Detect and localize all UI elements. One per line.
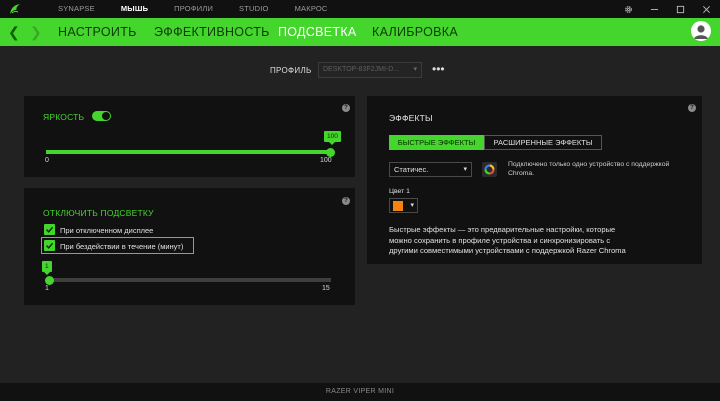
brightness-title: ЯРКОСТЬ [43,112,85,122]
color-swatch [393,201,403,211]
checkmark-icon [45,242,54,249]
close-button[interactable] [696,0,716,18]
idle-minutes-handle[interactable] [45,275,54,285]
topnav-macro[interactable]: МАКРОС [295,0,328,18]
profile-label: ПРОФИЛЬ [270,66,312,75]
effects-description-line1: Быстрые эффекты — это предварительные на… [389,225,616,234]
topnav-mouse[interactable]: МЫШЬ [121,0,148,18]
back-arrow-icon[interactable]: ❮ [8,18,20,46]
display-off-checkbox[interactable] [44,224,55,235]
effects-panel: ? ЭФФЕКТЫ БЫСТРЫЕ ЭФФЕКТЫ РАСШИРЕННЫЕ ЭФ… [367,96,702,264]
help-icon[interactable]: ? [342,197,350,205]
disable-lighting-panel: ? ОТКЛЮЧИТЬ ПОДСВЕТКУ При отключенном ди… [24,188,355,305]
chevron-down-icon: ▾ [413,66,417,73]
minimize-icon [650,8,658,10]
top-nav: SYNAPSE МЫШЬ ПРОФИЛИ STUDIO МАКРОС [58,0,354,18]
effects-description-line2: можно сохранить в профиле устройства и с… [389,235,611,245]
topnav-synapse[interactable]: SYNAPSE [58,0,95,18]
idle-minutes-bubble: 1 [42,261,52,275]
profile-select[interactable]: DESKTOP-83F2JMI-D... ▾ [318,62,422,78]
idle-max-label: 15 [322,285,330,292]
effect-value: Статичес. [394,165,429,174]
title-bar: SYNAPSE МЫШЬ ПРОФИЛИ STUDIO МАКРОС [0,0,720,18]
brightness-slider[interactable] [46,147,335,157]
idle-checkbox[interactable] [44,240,55,251]
device-footer: RAZER VIPER MINI [0,383,720,401]
chroma-note-line2: Chroma. [508,169,535,177]
more-options-button[interactable]: ••• [432,63,445,75]
chroma-icon [482,162,497,177]
brightness-panel: ? ЯРКОСТЬ 100 0 100 [24,96,355,177]
brightness-min-label: 0 [45,157,49,164]
user-icon [694,25,708,39]
effect-select[interactable]: Статичес. ▾ [389,162,472,177]
profile-value: DESKTOP-83F2JMI-D... [323,66,400,73]
razer-logo-icon [10,4,20,14]
tab-calibration[interactable]: КАЛИБРОВКА [372,18,458,46]
color-picker-button[interactable]: ▾ [389,198,418,213]
effects-description-line3: другими совместимыми устройствами с подд… [389,246,626,255]
idle-minutes-slider[interactable] [45,275,331,285]
avatar[interactable] [691,21,711,41]
brightness-slider-fill [46,150,331,154]
brightness-value-bubble: 100 [324,131,341,145]
chevron-down-icon: ▾ [463,166,467,173]
minimize-button[interactable] [644,0,664,18]
help-icon[interactable]: ? [688,104,696,112]
display-off-label: При отключенном дисплее [60,226,154,235]
chroma-ring-icon [484,164,495,175]
brightness-slider-handle[interactable] [326,147,335,157]
gear-icon [624,5,632,13]
tab-customize[interactable]: НАСТРОИТЬ [58,18,137,46]
chroma-note-line1: Подключено только одно устройство с подд… [508,161,670,168]
effects-title: ЭФФЕКТЫ [389,113,433,123]
tab-advanced-effects[interactable]: РАСШИРЕННЫЕ ЭФФЕКТЫ [484,135,602,150]
close-icon [702,5,710,13]
checkmark-icon [45,226,54,233]
brightness-max-label: 100 [320,157,332,164]
disable-lighting-title: ОТКЛЮЧИТЬ ПОДСВЕТКУ [43,208,154,218]
brightness-toggle[interactable] [92,111,111,121]
maximize-button[interactable] [670,0,690,18]
forward-arrow-icon[interactable]: ❯ [30,18,42,46]
topnav-studio[interactable]: STUDIO [239,0,269,18]
toggle-knob [102,112,110,120]
idle-min-label: 1 [45,285,49,292]
color-label: Цвет 1 [389,188,410,195]
chevron-down-icon: ▾ [410,202,414,209]
idle-label: При бездействии в течение (минут) [60,242,184,251]
topnav-profiles[interactable]: ПРОФИЛИ [174,0,213,18]
tab-performance[interactable]: ЭФФЕКТИВНОСТЬ [154,18,270,46]
help-icon[interactable]: ? [342,104,350,112]
tab-lighting[interactable]: ПОДСВЕТКА [278,18,357,46]
sub-nav: ❮ ❯ НАСТРОИТЬ ЭФФЕКТИВНОСТЬ ПОДСВЕТКА КА… [0,18,720,46]
settings-button[interactable] [618,0,638,18]
maximize-icon [676,5,684,13]
tab-quick-effects[interactable]: БЫСТРЫЕ ЭФФЕКТЫ [389,135,484,150]
